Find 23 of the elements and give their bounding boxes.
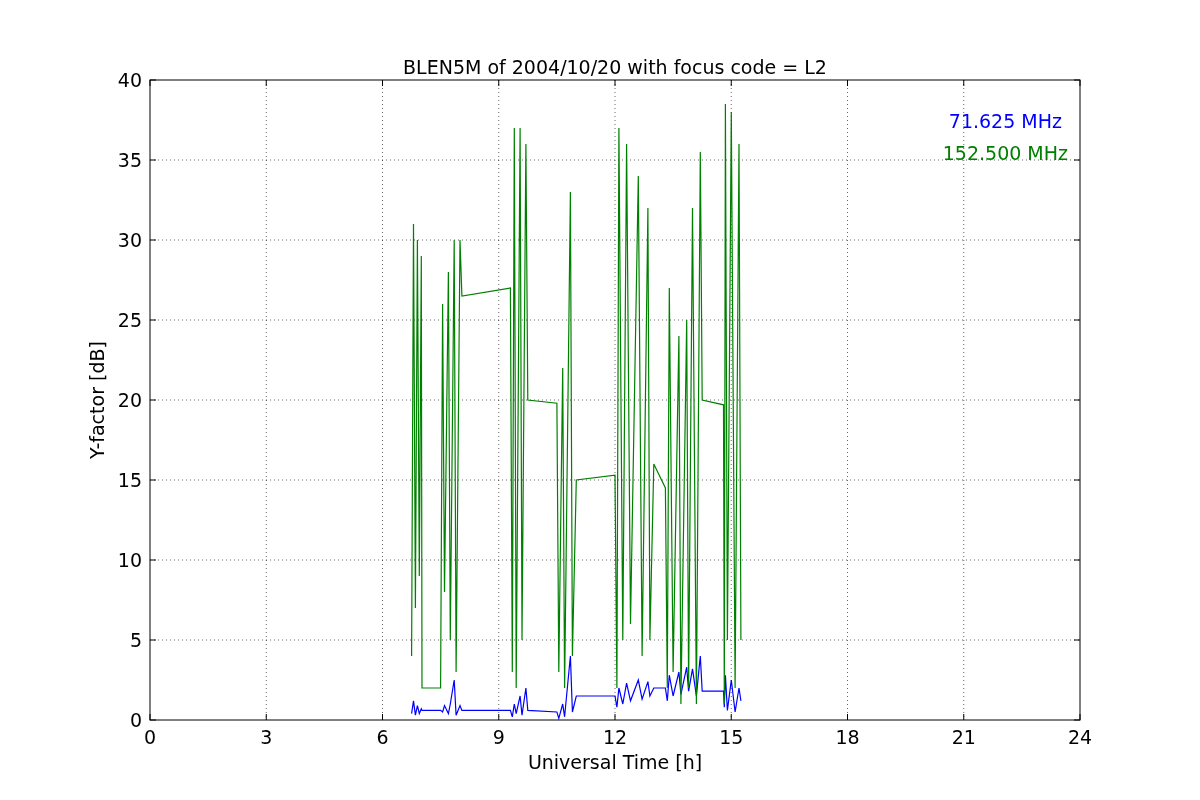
y-tick-label: 10	[117, 549, 142, 571]
x-tick-label: 12	[602, 726, 628, 748]
y-tick-label: 15	[117, 469, 142, 491]
y-axis-label: Y-factor [dB]	[86, 341, 108, 459]
y-tick-label: 30	[117, 229, 142, 251]
y-tick-label: 0	[129, 709, 142, 731]
x-tick-label: 15	[719, 726, 744, 748]
x-tick-label: 9	[492, 726, 505, 748]
y-tick-label: 40	[117, 69, 142, 91]
x-tick-label: 0	[143, 726, 157, 748]
y-tick-label: 20	[117, 389, 142, 411]
x-tick-label: 6	[376, 726, 389, 748]
x-axis-label: Universal Time [h]	[527, 751, 703, 773]
legend-label: 152.500 MHz	[942, 142, 1068, 164]
x-tick-label: 21	[951, 726, 976, 748]
x-tick-label: 24	[1067, 726, 1093, 748]
x-tick-label: 18	[835, 726, 860, 748]
x-tick-label: 3	[260, 726, 273, 748]
y-tick-label: 25	[117, 309, 142, 331]
y-tick-label: 35	[117, 149, 142, 171]
y-tick-label: 5	[129, 629, 142, 651]
chart-title: BLEN5M of 2004/10/20 with focus code = L2	[403, 56, 827, 78]
legend-label: 71.625 MHz	[948, 110, 1062, 132]
